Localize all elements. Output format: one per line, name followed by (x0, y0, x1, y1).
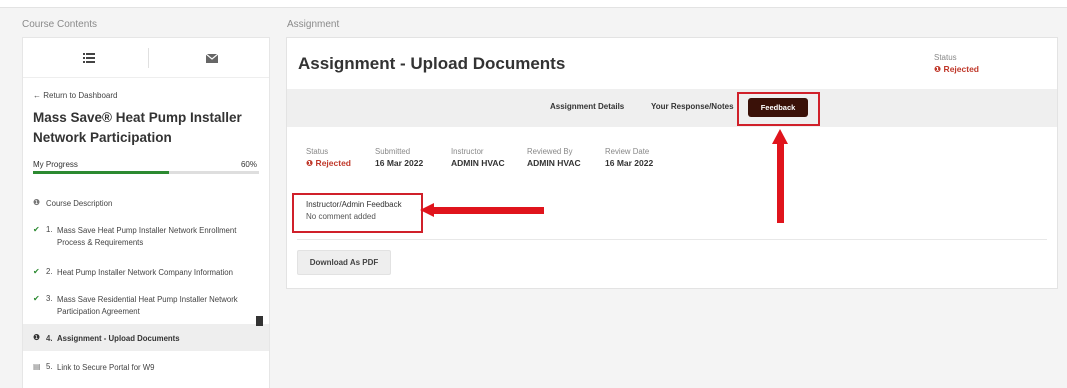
progress-fill (33, 171, 169, 174)
detail-submitted: Submitted 16 Mar 2022 (375, 147, 423, 168)
detail-label: Review Date (605, 147, 650, 156)
feedback-content-highlight-box (292, 193, 423, 233)
return-to-dashboard-link[interactable]: ← Return to Dashboard (33, 91, 118, 100)
assignment-tab-bar: Assignment Details Your Response/Notes F… (287, 89, 1057, 127)
detail-value: ADMIN HVAC (451, 158, 505, 168)
sidebar-item-label: Assignment - Upload Documents (57, 334, 180, 343)
top-bar (0, 0, 1067, 8)
arrow-left-shaft (432, 207, 544, 214)
document-icon: ▤ (33, 362, 41, 371)
header-status-badge: ❶ Rejected (934, 64, 979, 74)
sidebar-item-label: Mass Save Residential Heat Pump Installe… (57, 295, 238, 316)
sidebar-item-label: Heat Pump Installer Network Company Info… (57, 268, 233, 277)
sidebar-item-number: 1. (46, 225, 53, 234)
list-icon[interactable] (79, 50, 99, 66)
alert-icon: ❶ (33, 333, 41, 342)
detail-label: Reviewed By (527, 147, 573, 156)
tab-assignment-details[interactable]: Assignment Details (550, 102, 624, 111)
info-icon: ❶ (33, 198, 41, 207)
detail-value: ADMIN HVAC (527, 158, 581, 168)
divider (297, 239, 1047, 240)
detail-value: 16 Mar 2022 (605, 158, 654, 168)
check-icon: ✔ (33, 267, 40, 276)
arrow-up-icon (772, 129, 788, 144)
progress-percent: 60% (240, 160, 257, 169)
sidebar-item-upload-documents[interactable]: ❶ 4. Assignment - Upload Documents (23, 316, 269, 351)
detail-value: ❶ Rejected (306, 158, 351, 168)
sidebar-item-label: Mass Save Heat Pump Installer Network En… (57, 226, 237, 247)
progress-label: My Progress (33, 160, 78, 169)
sidebar-tabs (23, 38, 269, 78)
sidebar-item-number: 2. (46, 267, 53, 276)
header-status-label: Status (934, 53, 957, 62)
check-icon: ✔ (33, 225, 40, 234)
detail-label: Submitted (375, 147, 411, 156)
page-title: Assignment - Upload Documents (298, 54, 566, 73)
detail-review-date: Review Date 16 Mar 2022 (605, 147, 653, 168)
course-sidebar: ← Return to Dashboard Mass Save® Heat Pu… (22, 37, 270, 388)
detail-label: Status (306, 147, 329, 156)
detail-reviewed-by: Reviewed By ADMIN HVAC (527, 147, 581, 168)
course-contents-label: Course Contents (22, 19, 98, 30)
sidebar-item-number: 4. (46, 334, 53, 343)
sidebar-item-label: Course Description (46, 199, 113, 208)
detail-instructor: Instructor ADMIN HVAC (451, 147, 505, 168)
sidebar-item-number: 5. (46, 362, 53, 371)
detail-label: Instructor (451, 147, 484, 156)
detail-value: 16 Mar 2022 (375, 158, 424, 168)
assignment-label: Assignment (287, 19, 340, 30)
download-pdf-button[interactable]: Download As PDF (297, 250, 391, 275)
bookmark-icon[interactable] (256, 316, 263, 329)
assignment-card: Assignment - Upload Documents Status ❶ R… (286, 37, 1058, 289)
feedback-highlight-box (737, 92, 820, 126)
tab-your-response-notes[interactable]: Your Response/Notes (651, 102, 734, 111)
detail-status: Status ❶ Rejected (306, 147, 351, 169)
envelope-icon[interactable] (202, 50, 222, 66)
tab-divider (148, 48, 149, 68)
sidebar-item-label: Link to Secure Portal for W9 (57, 363, 155, 372)
progress-bar (33, 171, 259, 174)
check-icon: ✔ (33, 294, 40, 303)
course-title: Mass Save® Heat Pump Installer Network P… (33, 110, 242, 145)
sidebar-item-number: 3. (46, 294, 53, 303)
arrow-up-shaft (777, 143, 784, 223)
